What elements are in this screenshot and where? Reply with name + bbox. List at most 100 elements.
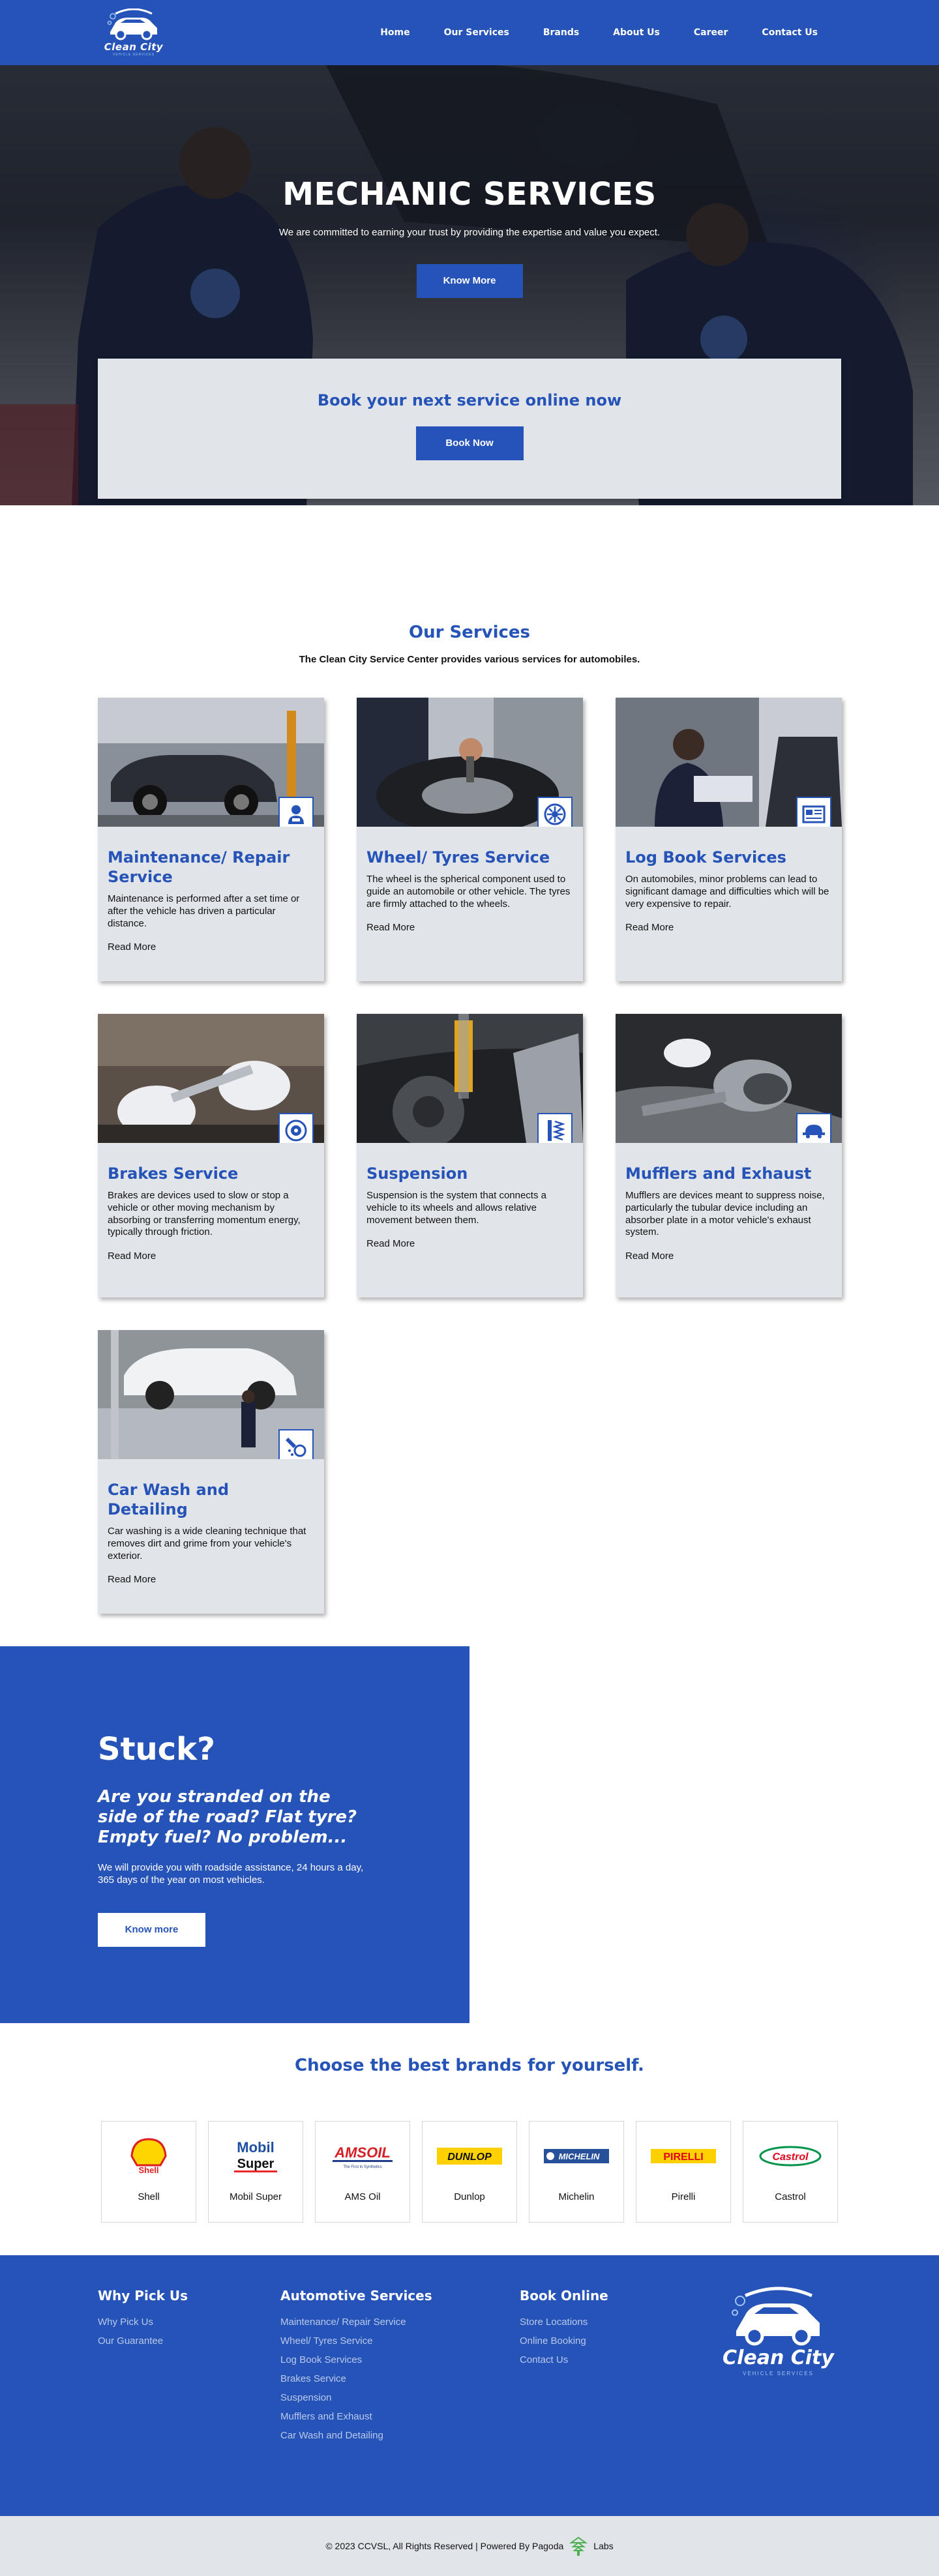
top-navbar: Clean City VEHICLE SERVICES Home Our Ser…: [0, 0, 939, 65]
footer-link[interactable]: Brakes Service: [280, 2369, 520, 2388]
nav-about-us[interactable]: About Us: [596, 27, 677, 38]
mobil-logo-icon: Mobil Super: [226, 2128, 285, 2184]
booking-box: Book your next service online now Book N…: [98, 359, 841, 499]
read-more-link[interactable]: Read More: [625, 1251, 674, 1262]
brand-card-pirelli[interactable]: PIRELLI Pirelli: [636, 2121, 731, 2223]
hero-title: MECHANIC SERVICES: [282, 176, 657, 213]
wheel-icon: [537, 797, 573, 827]
exhaust-icon: [796, 1113, 831, 1143]
footer-link[interactable]: Wheel/ Tyres Service: [280, 2332, 520, 2350]
footer-brand-name: Clean City: [723, 2347, 834, 2369]
brand-list: Shell Shell Mobil Super Mobil Super AMSOI…: [0, 2121, 939, 2223]
service-title: Suspension: [366, 1164, 468, 1183]
brand-name: Michelin: [558, 2191, 595, 2202]
service-text: Mufflers are devices meant to suppress n…: [625, 1190, 825, 1238]
brands-title: Choose the best brands for yourself.: [295, 2056, 644, 2075]
footer-heading: Why Pick Us: [98, 2288, 188, 2303]
service-title: Car Wash and Detailing: [108, 1481, 229, 1518]
mechanic-icon: [278, 797, 314, 827]
brand-name: Castrol: [775, 2191, 806, 2202]
service-image-car-wash: [98, 1330, 324, 1459]
footer-link[interactable]: Our Guarantee: [98, 2332, 280, 2350]
footer-link[interactable]: Store Locations: [520, 2313, 715, 2332]
brand-card-dunlop[interactable]: DUNLOP Dunlop: [422, 2121, 517, 2223]
shell-logo-icon: Shell: [129, 2128, 168, 2184]
service-title: Brakes Service: [108, 1164, 239, 1183]
footer-heading: Automotive Services: [280, 2288, 432, 2303]
nav-contact-us[interactable]: Contact Us: [745, 27, 835, 38]
suspension-icon: [537, 1113, 573, 1143]
svg-text:DUNLOP: DUNLOP: [447, 2152, 492, 2163]
nav-home[interactable]: Home: [363, 27, 426, 38]
brand-card-mobil[interactable]: Mobil Super Mobil Super: [208, 2121, 303, 2223]
service-card-brakes[interactable]: Brakes Service Brakes are devices used t…: [98, 1014, 324, 1297]
service-card-wheel-tyres[interactable]: Wheel/ Tyres Service The wheel is the sp…: [357, 698, 583, 981]
footer-column-book-online: Book Online Store Locations Online Booki…: [520, 2288, 715, 2445]
copyright-text: © 2023 CCVSL, All Rights Reserved | Powe…: [325, 2541, 564, 2551]
roadside-know-more-button[interactable]: Know more: [98, 1912, 205, 1947]
services-subtitle: The Clean City Service Center provides v…: [299, 654, 640, 665]
read-more-link[interactable]: Read More: [108, 941, 156, 953]
read-more-link[interactable]: Read More: [366, 1238, 415, 1249]
brand-logo[interactable]: Clean City VEHICLE SERVICES: [98, 8, 170, 57]
service-card-suspension[interactable]: Suspension Suspension is the system that…: [357, 1014, 583, 1297]
footer-link[interactable]: Maintenance/ Repair Service: [280, 2313, 520, 2332]
brand-card-amsoil[interactable]: AMSOIL The First in Synthetics AMS Oil: [315, 2121, 410, 2223]
service-card-mufflers[interactable]: Mufflers and Exhaust Mufflers are device…: [616, 1014, 842, 1297]
footer-link[interactable]: Contact Us: [520, 2350, 715, 2369]
svg-text:The First in Synthetics: The First in Synthetics: [343, 2165, 381, 2169]
brake-disc-icon: [278, 1113, 314, 1143]
nav-our-services[interactable]: Our Services: [427, 27, 526, 38]
svg-text:Super: Super: [237, 2157, 275, 2171]
brands-section: Choose the best brands for yourself. She…: [0, 2023, 939, 2255]
read-more-link[interactable]: Read More: [366, 922, 415, 933]
footer-brand-tagline: VEHICLE SERVICES: [743, 2371, 814, 2376]
brand-name: Dunlop: [454, 2191, 485, 2202]
service-text: The wheel is the spherical component use…: [366, 874, 571, 910]
dunlop-logo-icon: DUNLOP: [436, 2128, 503, 2184]
svg-text:MICHELIN: MICHELIN: [559, 2152, 600, 2161]
service-image-mufflers: [616, 1014, 842, 1143]
booking-title: Book your next service online now: [317, 391, 622, 409]
car-wash-icon: [278, 1429, 314, 1459]
know-more-button[interactable]: Know More: [416, 264, 523, 298]
service-card-maintenance[interactable]: Maintenance/ Repair Service Maintenance …: [98, 698, 324, 981]
footer-link[interactable]: Log Book Services: [280, 2350, 520, 2369]
car-logo-icon: [731, 2287, 820, 2346]
service-title: Maintenance/ Repair Service: [108, 848, 290, 886]
nav-career[interactable]: Career: [677, 27, 745, 38]
footer-link[interactable]: Car Wash and Detailing: [280, 2426, 520, 2445]
copyright-bar: © 2023 CCVSL, All Rights Reserved | Powe…: [0, 2516, 939, 2576]
brand-name: Mobil Super: [229, 2191, 282, 2202]
footer-column-why-pick-us: Why Pick Us Why Pick Us Our Guarantee: [98, 2288, 280, 2445]
stuck-question: Are you stranded on the side of the road…: [98, 1787, 357, 1848]
service-card-car-wash[interactable]: Car Wash and Detailing Car washing is a …: [98, 1330, 324, 1614]
footer-link[interactable]: Suspension: [280, 2388, 520, 2407]
service-image-suspension: [357, 1014, 583, 1143]
hero-subtitle: We are committed to earning your trust b…: [278, 227, 661, 238]
read-more-link[interactable]: Read More: [625, 922, 674, 933]
service-text: Brakes are devices used to slow or stop …: [108, 1190, 301, 1238]
svg-text:PIRELLI: PIRELLI: [663, 2152, 703, 2163]
service-text: On automobiles, minor problems can lead …: [625, 874, 829, 910]
footer-link[interactable]: Mufflers and Exhaust: [280, 2407, 520, 2426]
brand-card-michelin[interactable]: MICHELIN Michelin: [529, 2121, 624, 2223]
service-image-wheel-tyres: [357, 698, 583, 827]
brand-card-castrol[interactable]: Castrol Castrol: [743, 2121, 838, 2223]
footer-link[interactable]: Why Pick Us: [98, 2313, 280, 2332]
footer-link[interactable]: Online Booking: [520, 2332, 715, 2350]
svg-text:Mobil: Mobil: [237, 2139, 274, 2155]
service-card-log-book[interactable]: Log Book Services On automobiles, minor …: [616, 698, 842, 981]
nav-brands[interactable]: Brands: [526, 27, 596, 38]
read-more-link[interactable]: Read More: [108, 1574, 156, 1585]
read-more-link[interactable]: Read More: [108, 1251, 156, 1262]
stuck-title: Stuck?: [98, 1731, 215, 1768]
services-grid: Maintenance/ Repair Service Maintenance …: [98, 698, 842, 1614]
svg-text:Shell: Shell: [138, 2165, 158, 2175]
services-section: Our Services The Clean City Service Cent…: [0, 489, 939, 1646]
footer-logo[interactable]: Clean City VEHICLE SERVICES: [715, 2285, 841, 2445]
book-now-button[interactable]: Book Now: [415, 426, 524, 460]
brand-card-shell[interactable]: Shell Shell: [101, 2121, 196, 2223]
brand-name: AMS Oil: [344, 2191, 381, 2202]
service-text: Suspension is the system that connects a…: [366, 1190, 546, 1226]
